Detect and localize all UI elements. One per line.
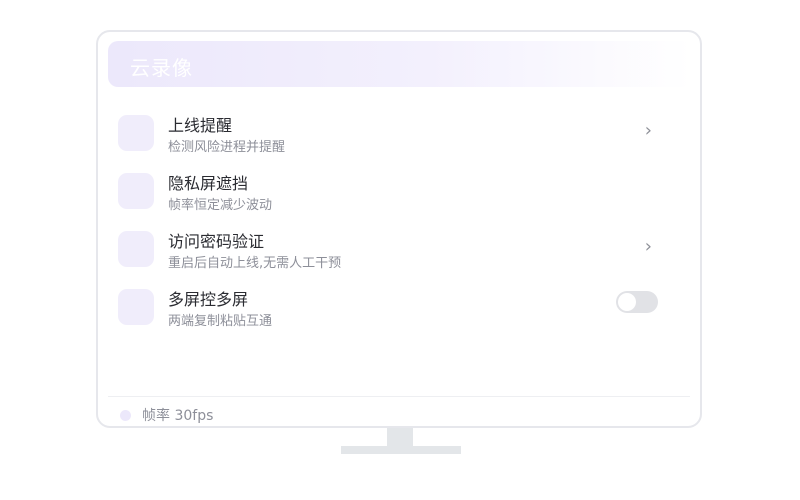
chevron-right-icon[interactable]: › [645,236,652,257]
setting-title: 多屏控多屏 [168,290,249,309]
toggle-knob [618,293,636,311]
setting-access-password[interactable]: 访问密码验证 重启后自动上线,无需人工干预 › [98,228,700,280]
framerate-status: 帧率 30fps [142,408,214,424]
privacy-screen-icon [118,173,154,209]
setting-privacy-screen[interactable]: 隐私屏遮挡 帧率恒定减少波动 [98,170,700,222]
setting-subtitle: 重启后自动上线,无需人工干预 [168,256,342,271]
monitor-frame: 云录像 上线提醒 检测风险进程并提醒 › 隐私屏遮挡 帧率恒定减少波动 访问密码… [96,30,702,428]
header-title: 云录像 [130,56,193,80]
chevron-right-icon[interactable]: › [645,120,652,141]
multi-screen-toggle[interactable] [616,291,658,313]
setting-subtitle: 检测风险进程并提醒 [168,140,286,155]
online-reminder-icon [118,115,154,151]
setting-multi-screen[interactable]: 多屏控多屏 两端复制粘贴互通 [98,286,700,338]
footer-divider [108,396,690,397]
monitor-stand-neck [387,428,413,448]
multi-screen-icon [118,289,154,325]
screen: 云录像 上线提醒 检测风险进程并提醒 › 隐私屏遮挡 帧率恒定减少波动 访问密码… [0,0,800,500]
monitor-stand-base [341,446,461,454]
setting-title: 隐私屏遮挡 [168,174,249,193]
setting-title: 访问密码验证 [168,232,265,251]
setting-subtitle: 帧率恒定减少波动 [168,198,273,213]
setting-online-reminder[interactable]: 上线提醒 检测风险进程并提醒 › [98,112,700,164]
setting-subtitle: 两端复制粘贴互通 [168,314,273,329]
status-dot-icon [120,410,131,421]
access-password-icon [118,231,154,267]
setting-title: 上线提醒 [168,116,233,135]
header-bar: 云录像 [108,41,692,87]
